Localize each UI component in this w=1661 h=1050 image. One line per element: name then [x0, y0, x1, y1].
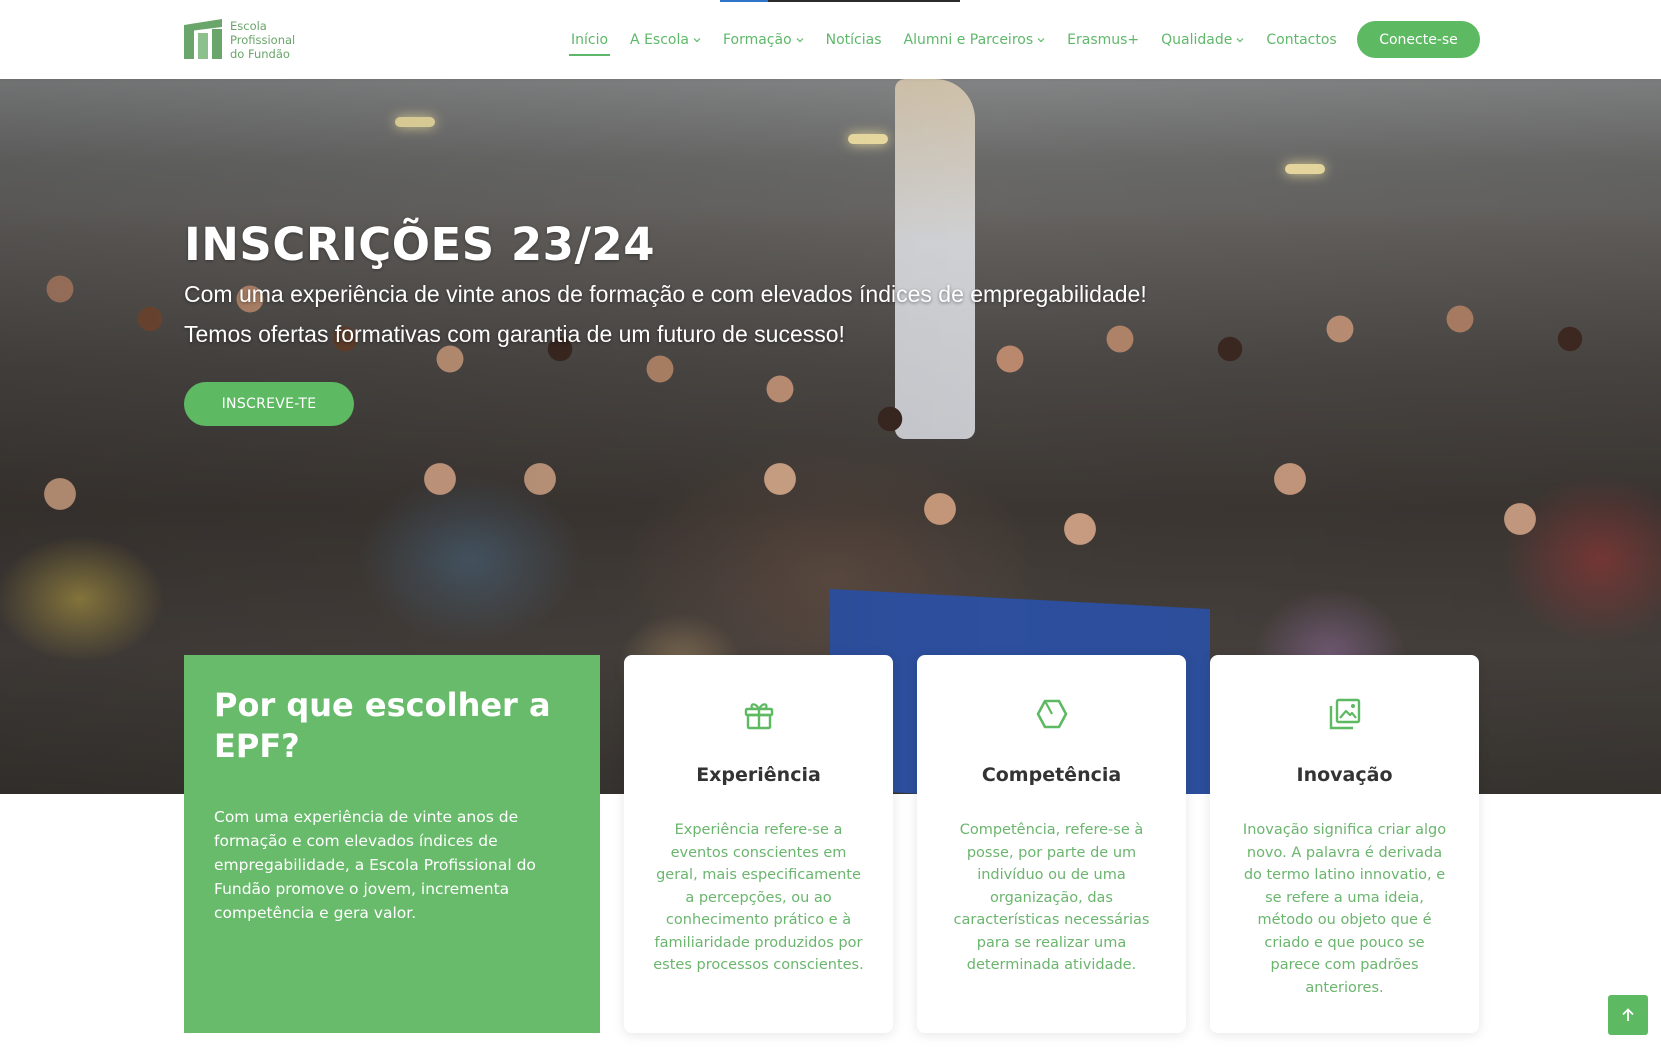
hero-title: INSCRIÇÕES 23/24: [184, 218, 656, 271]
why-text: Com uma experiência de vinte anos de for…: [214, 808, 536, 922]
site-logo[interactable]: Escola Profissional do Fundão: [184, 19, 295, 61]
nav-label: Notícias: [825, 31, 882, 48]
nav-label: Formação: [722, 31, 792, 48]
logo-line-3: do Fundão: [230, 47, 290, 61]
feature-title: Competência: [981, 764, 1122, 786]
connect-button[interactable]: Conecte-se: [1357, 21, 1480, 58]
nav-label: Erasmus+: [1067, 31, 1140, 48]
hero-subtitle-line-2: Temos ofertas formativas com garantia de…: [184, 321, 845, 347]
nav-label: Início: [571, 31, 609, 48]
chevron-down-icon: [693, 37, 701, 42]
chevron-down-icon: [1236, 37, 1244, 42]
site-header: Escola Profissional do Fundão Início A E…: [0, 0, 1661, 79]
nav-item-erasmus[interactable]: Erasmus+: [1056, 0, 1150, 79]
feature-card-inovacao: Inovação Inovação significa criar algo n…: [1210, 655, 1479, 1033]
nav-label: Qualidade: [1161, 31, 1233, 48]
chevron-down-icon: [1037, 37, 1045, 42]
feature-text: Experiência refere-se a eventos conscien…: [653, 822, 864, 973]
nav-item-inicio[interactable]: Início: [560, 0, 619, 79]
nav-label: Alumni e Parceiros: [903, 31, 1034, 48]
images-icon: [1329, 698, 1360, 730]
nav-item-contactos[interactable]: Contactos: [1255, 0, 1347, 79]
enroll-button[interactable]: INSCREVE-TE: [184, 382, 354, 426]
feature-text: Inovação significa criar algo novo. A pa…: [1242, 822, 1447, 996]
why-title: Por que escolher a EPF?: [214, 686, 551, 765]
main-nav: Início A Escola Formação Notícias Alumni…: [560, 0, 1348, 79]
logo-text: Escola Profissional do Fundão: [230, 19, 295, 61]
nav-item-a-escola[interactable]: A Escola: [619, 0, 712, 79]
arrow-up-icon: [1622, 1008, 1634, 1021]
gift-icon: [744, 703, 773, 730]
nav-item-qualidade[interactable]: Qualidade: [1150, 0, 1255, 79]
nav-item-alumni-parceiros[interactable]: Alumni e Parceiros: [893, 0, 1057, 79]
why-epf-box: Por que escolher a EPF? Com uma experiên…: [184, 655, 600, 1033]
feature-card-experiencia: Experiência Experiência refere-se a even…: [624, 655, 893, 1033]
hero-subtitle-line-1: Com uma experiência de vinte anos de for…: [184, 281, 1147, 307]
hexagon-icon: [1036, 699, 1067, 729]
feature-title: Experiência: [696, 764, 821, 786]
logo-line-2: Profissional: [230, 33, 296, 47]
nav-label: Contactos: [1266, 31, 1337, 48]
chevron-down-icon: [796, 37, 804, 42]
logo-line-1: Escola: [230, 19, 267, 33]
feature-card-competencia: Competência Competência, refere-se à pos…: [917, 655, 1186, 1033]
nav-item-formacao[interactable]: Formação: [712, 0, 815, 79]
nav-item-noticias[interactable]: Notícias: [815, 0, 893, 79]
nav-label: A Escola: [630, 31, 689, 48]
feature-text: Competência, refere-se à posse, por part…: [953, 822, 1150, 973]
feature-title: Inovação: [1296, 764, 1393, 786]
scroll-to-top-button[interactable]: [1608, 995, 1648, 1035]
logo-mark-icon: [184, 19, 222, 59]
